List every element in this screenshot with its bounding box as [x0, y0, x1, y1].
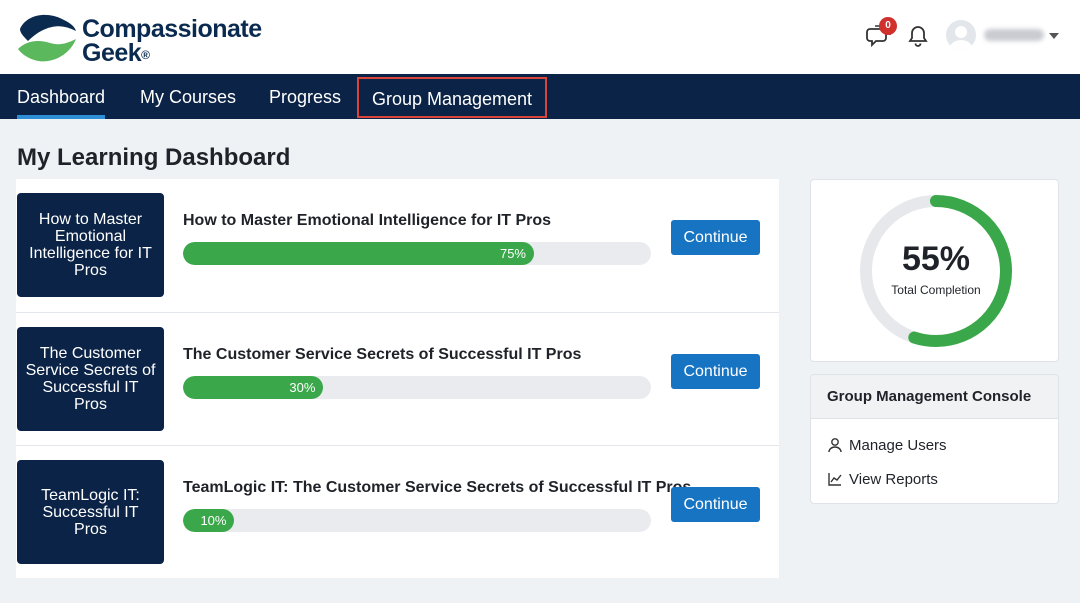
course-row: TeamLogic IT: Successful IT Pros TeamLog… — [16, 445, 779, 578]
bell-icon[interactable] — [905, 23, 931, 49]
course-title[interactable]: The Customer Service Secrets of Successf… — [183, 346, 581, 364]
continue-button[interactable]: Continue — [671, 487, 760, 522]
hands-logo-icon — [18, 14, 76, 62]
course-title[interactable]: TeamLogic IT: The Customer Service Secre… — [183, 479, 691, 497]
progress-fill: 10% — [183, 509, 235, 532]
user-avatar-icon — [949, 26, 973, 50]
brand-name-line2: Geek® — [82, 39, 150, 67]
manage-users-link[interactable]: Manage Users — [827, 434, 947, 456]
manage-users-label: Manage Users — [849, 436, 947, 454]
nav-progress[interactable]: Progress — [269, 74, 341, 119]
course-thumbnail[interactable]: TeamLogic IT: Successful IT Pros — [17, 460, 164, 564]
chat-badge: 0 — [879, 17, 897, 35]
completion-label: Total Completion — [891, 283, 981, 297]
main-nav: Dashboard My Courses Progress Group Mana… — [0, 74, 1080, 119]
view-reports-link[interactable]: View Reports — [827, 468, 938, 490]
nav-group-management[interactable]: Group Management — [357, 77, 547, 118]
user-avatar[interactable] — [946, 20, 976, 50]
progress-bar: 10% — [183, 509, 651, 532]
completion-percent: 55% — [901, 240, 971, 278]
group-management-console: Group Management Console Manage Users Vi… — [810, 374, 1059, 504]
continue-button[interactable]: Continue — [671, 220, 760, 255]
progress-fill: 75% — [183, 242, 534, 265]
nav-dashboard[interactable]: Dashboard — [17, 74, 106, 119]
course-thumbnail[interactable]: How to Master Emotional Intelligence for… — [17, 193, 164, 297]
brand-name-geek: Geek — [82, 39, 142, 67]
progress-fill: 30% — [183, 376, 324, 399]
progress-bar: 75% — [183, 242, 651, 265]
continue-button[interactable]: Continue — [671, 354, 760, 389]
user-menu-chevron-down-icon[interactable] — [1049, 33, 1059, 39]
course-list: How to Master Emotional Intelligence for… — [16, 179, 779, 578]
nav-my-courses[interactable]: My Courses — [140, 74, 236, 119]
view-reports-label: View Reports — [849, 470, 938, 488]
course-thumbnail[interactable]: The Customer Service Secrets of Successf… — [17, 327, 164, 431]
chart-line-icon — [828, 473, 842, 486]
course-row: The Customer Service Secrets of Successf… — [16, 312, 779, 445]
top-header: Compassionate Geek® 0 — [0, 0, 1080, 74]
course-title[interactable]: How to Master Emotional Intelligence for… — [183, 212, 551, 230]
page-title: My Learning Dashboard — [17, 144, 291, 171]
progress-bar: 30% — [183, 376, 651, 399]
console-title: Group Management Console — [811, 375, 1058, 419]
user-icon — [828, 438, 842, 453]
user-name[interactable] — [984, 29, 1044, 41]
total-completion-card: 55% Total Completion — [810, 179, 1059, 362]
brand-logo[interactable]: Compassionate Geek® — [16, 9, 262, 67]
trademark-mark: ® — [141, 48, 150, 62]
course-row: How to Master Emotional Intelligence for… — [16, 179, 779, 312]
